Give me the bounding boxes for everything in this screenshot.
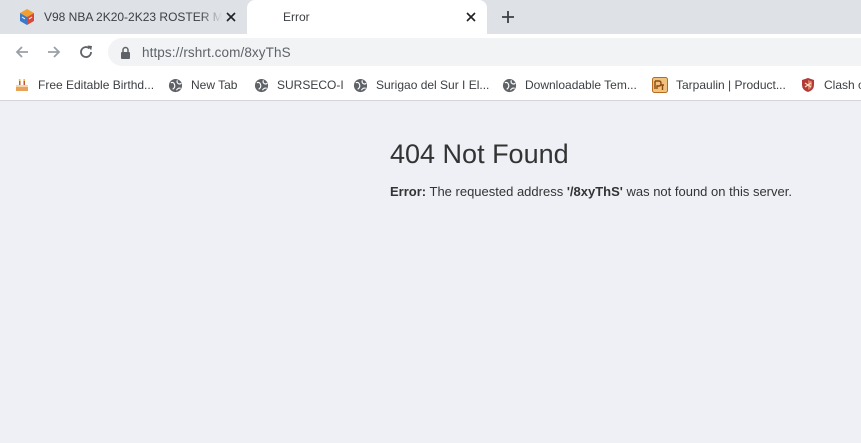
requested-path: '/8xyThS' (566, 184, 623, 199)
error-text-before: The requested address (426, 184, 567, 199)
bookmark-surseco[interactable]: SURSECO-I (253, 75, 344, 95)
error-message: Error: The requested address '/8xyThS' w… (390, 184, 792, 199)
bookmark-surigao[interactable]: Surigao del Sur I El... (352, 75, 489, 95)
back-button[interactable] (12, 42, 32, 62)
globe-icon (501, 77, 517, 93)
globe-icon (167, 77, 183, 93)
globe-icon (253, 77, 269, 93)
clash-shield-icon (800, 77, 816, 93)
bookmark-label: Clash o (824, 78, 861, 92)
bookmark-downloadable[interactable]: Downloadable Tem... (501, 75, 637, 95)
reload-button[interactable] (76, 42, 96, 62)
bookmark-label: New Tab (191, 78, 238, 92)
globe-icon (352, 77, 368, 93)
arrow-left-icon (15, 46, 28, 58)
forward-button[interactable] (44, 42, 64, 62)
close-tab-icon[interactable] (463, 9, 479, 25)
lock-icon[interactable] (120, 45, 132, 59)
tab-title: V98 NBA 2K20-2K23 ROSTER MO (44, 10, 222, 24)
page-content: 404 Not Found Error: The requested addre… (0, 101, 861, 443)
page-title: 404 Not Found (390, 139, 569, 169)
bookmarks-bar: Free Editable Birthd... New Tab SURSECO-… (0, 70, 861, 101)
bookmark-label: SURSECO-I (277, 78, 344, 92)
address-bar[interactable]: https://rshrt.com/8xyThS (108, 38, 861, 66)
plus-icon (502, 11, 514, 23)
bookmark-tarpaulin[interactable]: Tarpaulin | Product... (652, 75, 786, 95)
bookmark-birthday[interactable]: Free Editable Birthd... (14, 75, 154, 95)
error-text-after: was not found on this server. (622, 184, 792, 199)
cake-icon (14, 77, 30, 93)
bookmark-label: Surigao del Sur I El... (376, 78, 490, 92)
arrow-right-icon (48, 46, 61, 58)
cube-icon (20, 9, 34, 25)
url-text: https://rshrt.com/8xyThS (142, 44, 291, 60)
bookmark-label: Free Editable Birthd... (38, 78, 155, 92)
bookmark-new-tab[interactable]: New Tab (167, 75, 237, 95)
bookmark-clash[interactable]: Clash o (800, 75, 861, 95)
close-tab-icon[interactable] (223, 9, 239, 25)
browser-toolbar: https://rshrt.com/8xyThS (0, 34, 861, 70)
bookmark-label: Tarpaulin | Product... (676, 78, 786, 92)
tab-error[interactable]: Error (247, 0, 487, 34)
error-label: Error: (390, 184, 427, 199)
tarpaulin-logo-icon (652, 77, 668, 93)
tab-roster[interactable]: V98 NBA 2K20-2K23 ROSTER MO (0, 0, 247, 34)
new-tab-button[interactable] (498, 7, 518, 27)
tab-strip: V98 NBA 2K20-2K23 ROSTER MO Error (0, 0, 861, 34)
bookmark-label: Downloadable Tem... (525, 78, 637, 92)
reload-icon (80, 45, 92, 58)
tab-title: Error (283, 10, 310, 24)
